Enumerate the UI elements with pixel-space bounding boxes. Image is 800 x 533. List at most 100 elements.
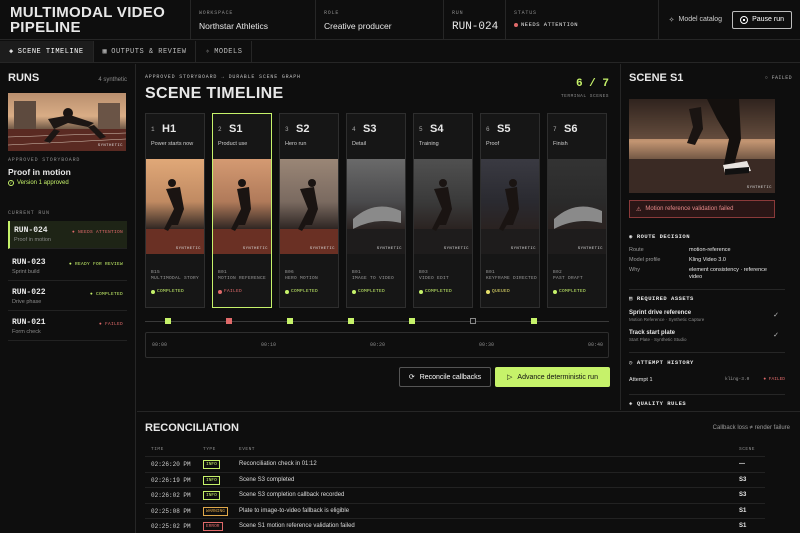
- workspace-cell[interactable]: WORKSPACE Northstar Athletics: [190, 0, 315, 39]
- scene-card-s2[interactable]: 3 S2 Hero run SYNTHETIC B06 HERO MOTION COMPLE…: [279, 113, 339, 308]
- scene-card-s1[interactable]: 2 S1 Product use SYNTHETIC B01 MOTION REFEREN…: [212, 113, 272, 308]
- timeline-marker-h1[interactable]: [165, 318, 171, 324]
- run-item-021[interactable]: RUN-021 Form check ● FAILED: [8, 313, 127, 341]
- model-catalog-button[interactable]: ✧ Model catalog: [669, 16, 722, 24]
- scene-code: B06 HERO MOTION: [285, 270, 318, 282]
- attempt-row[interactable]: Attempt 1 kling-3.0 ● FAILED: [629, 377, 785, 383]
- scene-card-s4[interactable]: 5 S4 Training SYNTHETIC B03 VIDEO EDIT COMPLET…: [413, 113, 473, 308]
- reconciliation-panel: RECONCILIATION Callback loss ≠ render fa…: [137, 411, 800, 533]
- asset-item[interactable]: Track start plate Start Plate · Syntheti…: [629, 330, 779, 342]
- table-row[interactable]: 02:26:19 PM INFO Scene S3 completed S3: [145, 471, 765, 487]
- stack-icon: ▤: [629, 295, 633, 302]
- pause-run-button[interactable]: Pause run: [732, 10, 792, 29]
- asset-item[interactable]: Sprint drive reference Motion Reference …: [629, 310, 779, 322]
- run-subtitle: Sprint build: [12, 269, 40, 275]
- table-row[interactable]: 02:25:02 PM ERROR Scene S1 motion referenc…: [145, 518, 765, 533]
- scene-code: B01 IMAGE TO VIDEO: [352, 270, 394, 282]
- scene-thumbnail: SYNTHETIC: [414, 159, 472, 254]
- grid-icon: ▦: [102, 48, 108, 56]
- scene-card-s3[interactable]: 4 S3 Detail SYNTHETIC B01 IMAGE TO VIDEO COMPL…: [346, 113, 406, 308]
- page-title: SCENE TIMELINE: [145, 85, 284, 102]
- scene-card-h1[interactable]: 1 H1 Power starts now SYNTHETIC B15 MULTIMODA…: [145, 113, 205, 308]
- scene-number: 4: [352, 126, 356, 133]
- scene-status: FAILED: [218, 289, 242, 294]
- divider: [629, 352, 785, 353]
- storyboard-thumbnail[interactable]: SYNTHETIC: [8, 93, 126, 151]
- scene-code-id: B02: [553, 270, 563, 275]
- row-event: Scene S3 completed: [239, 476, 295, 483]
- synthetic-tag: SYNTHETIC: [97, 144, 123, 148]
- why-row: Why element consistency · reference vide…: [629, 267, 767, 280]
- scene-thumbnail: SYNTHETIC: [347, 159, 405, 254]
- scene-code: B15 MULTIMODAL STORY: [151, 270, 199, 282]
- tab-models[interactable]: ✧ MODELS: [196, 41, 253, 62]
- timeline-marker-s4[interactable]: [409, 318, 415, 324]
- run-label: RUN: [452, 10, 464, 16]
- col-type: TYPE: [203, 447, 216, 452]
- row-scene: S1: [739, 523, 747, 529]
- quality-rules-heading: ◈ QUALITY RULES: [629, 400, 686, 407]
- model-profile-value: Kling Video 3.0: [689, 257, 726, 263]
- timeline-marker-s2[interactable]: [287, 318, 293, 324]
- scene-code-id: B06: [285, 270, 295, 275]
- table-row[interactable]: 02:26:02 PM INFO Scene S3 completion callb…: [145, 487, 765, 502]
- run-item-022[interactable]: RUN-022 Drive phase ● COMPLETED: [8, 283, 127, 311]
- run-item-023[interactable]: RUN-023 Sprint build ● READY FOR REVIEW: [8, 253, 127, 281]
- row-type-badge: INFO: [203, 491, 220, 500]
- scene-status: QUEUED: [486, 289, 510, 294]
- scene-status-text: COMPLETED: [425, 289, 453, 294]
- timeline-marker-s3[interactable]: [348, 318, 354, 324]
- scene-card-s5[interactable]: 6 S5 Proof SYNTHETIC B01 KEYFRAME DIRECTED QUE…: [480, 113, 540, 308]
- sparkle-icon: ✧: [205, 48, 211, 56]
- layers-icon: ◈: [9, 48, 14, 56]
- advance-label: Advance deterministic run: [517, 373, 598, 381]
- col-time: TIME: [151, 447, 164, 452]
- warning-icon: ⚠: [636, 206, 642, 213]
- scene-number: 1: [151, 126, 155, 133]
- synthetic-tag: SYNTHETIC: [175, 247, 201, 251]
- advance-run-button[interactable]: ▷ Advance deterministic run: [495, 367, 610, 387]
- scene-number: 3: [285, 126, 289, 133]
- col-event: EVENT: [239, 447, 256, 452]
- table-row[interactable]: 02:25:08 PM WARNING Plate to image-to-vide…: [145, 502, 765, 518]
- tab-outputs-review[interactable]: ▦ OUTPUTS & REVIEW: [94, 41, 197, 62]
- scene-card-s6[interactable]: 7 S6 Finish SYNTHETIC B02 PAST DRAFT COMPLETED: [547, 113, 607, 308]
- asset-name: Track start plate: [629, 330, 676, 336]
- run-status: ● FAILED: [98, 322, 123, 327]
- scene-status: COMPLETED: [285, 289, 318, 294]
- check-icon: ✓: [773, 312, 779, 319]
- status-dot-icon: [218, 289, 222, 294]
- row-scene: S3: [739, 492, 747, 498]
- tab-scene-timeline[interactable]: ◈ SCENE TIMELINE: [0, 41, 94, 62]
- runs-heading: RUNS 4 synthetic: [8, 72, 127, 84]
- scene-code: B01 KEYFRAME DIRECTED: [486, 270, 537, 282]
- status-dot-icon: [285, 289, 289, 294]
- scene-id: S5: [497, 123, 511, 135]
- timeline-marker-s6[interactable]: [531, 318, 537, 324]
- scene-code-id: B01: [352, 270, 362, 275]
- required-assets-title: REQUIRED ASSETS: [636, 295, 694, 302]
- scene-thumbnail-art: [280, 179, 338, 254]
- scene-mode: PAST DRAFT: [553, 276, 584, 281]
- row-type-badge: INFO: [203, 475, 220, 485]
- scene-number: 2: [218, 126, 222, 133]
- scene-name: Power starts now: [151, 141, 194, 147]
- synthetic-tag: SYNTHETIC: [242, 247, 268, 251]
- route-key: Route: [629, 247, 644, 253]
- scene-status: COMPLETED: [553, 289, 586, 294]
- timeline-marker-s1[interactable]: [226, 318, 232, 324]
- status-dot-icon: [553, 289, 557, 294]
- run-subtitle: Form check: [12, 329, 41, 335]
- table-row[interactable]: 02:26:20 PM INFO Reconciliation check in 0…: [145, 456, 765, 471]
- sparkle-icon: ✧: [668, 16, 675, 24]
- run-item-024[interactable]: RUN-024 Proof in motion ● NEEDS ATTENTIO…: [8, 221, 127, 249]
- asset-sub: Start Plate · Synthetic Studio: [629, 337, 687, 342]
- timeline-marker-s5[interactable]: [470, 318, 476, 324]
- row-event: Scene S3 completion callback recorded: [239, 492, 345, 498]
- route-row: Route motion-reference: [629, 247, 731, 253]
- refresh-icon: ⟳: [408, 374, 415, 381]
- scene-status-text: FAILED: [224, 289, 243, 294]
- shield-icon: ◈: [629, 400, 633, 407]
- reconcile-callbacks-button[interactable]: ⟳ Reconcile callbacks: [399, 367, 491, 387]
- route-decision-heading: ◉ ROUTE DECISION: [629, 233, 690, 240]
